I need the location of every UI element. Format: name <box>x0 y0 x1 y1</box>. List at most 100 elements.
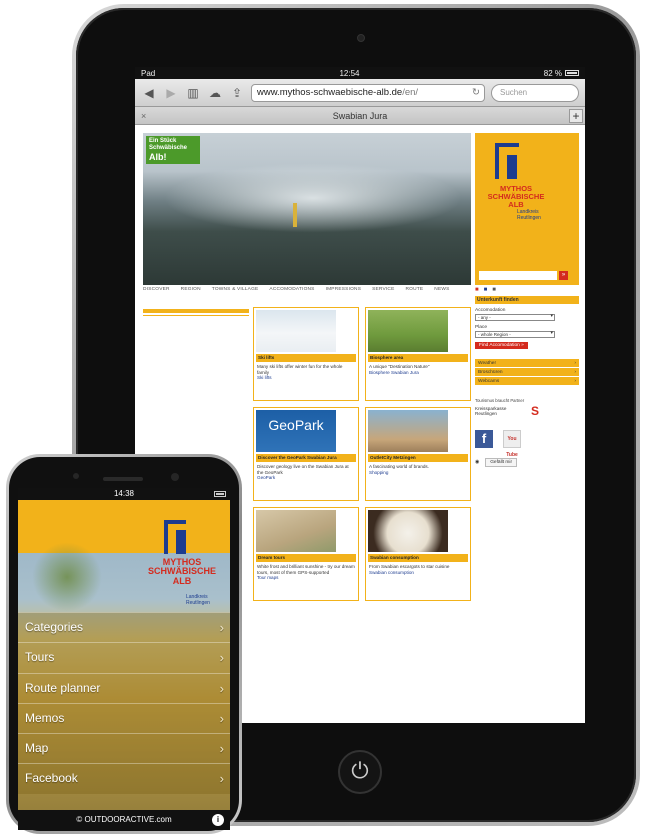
phone-speaker <box>103 477 143 481</box>
flag-en-icon[interactable]: ■ <box>484 287 488 293</box>
flag-de-icon[interactable]: ■ <box>475 287 479 293</box>
sparkasse-logo-icon: S <box>530 404 539 418</box>
card-desc: White frost and brilliant sunshine - try… <box>257 564 355 581</box>
back-icon[interactable]: ◀ <box>141 86 157 100</box>
flag-fr-icon[interactable]: ■ <box>492 287 496 293</box>
phone-sensor <box>73 473 79 479</box>
front-camera <box>357 34 365 42</box>
phone-camera <box>171 473 179 481</box>
site-search-button[interactable]: » <box>559 271 568 280</box>
phone-bezel: 14:38 MYTHOS SCHWÄBISCHE ALB Landkreis R… <box>9 457 239 831</box>
close-tab-icon[interactable]: × <box>141 107 146 125</box>
teaser-card[interactable]: OutletCity Metzingen A fascinating world… <box>365 407 471 501</box>
card-title: Swabian consumption <box>368 554 468 562</box>
site-search-input[interactable] <box>479 271 557 280</box>
card-link[interactable]: Biosphere Swabian Jura <box>369 370 467 376</box>
right-sidebar: ■ ■ ■ Unterkunft finden Accomodation - a… <box>475 287 579 467</box>
power-home-icon[interactable]: ⏻ <box>338 750 382 794</box>
like-box: ◉ Gefällt mir <box>475 458 579 467</box>
bank-partner[interactable]: Kreissparkasse Reutlingen S <box>475 404 539 418</box>
find-accommodation-button[interactable]: Find Accomodation » <box>475 342 528 349</box>
reload-icon[interactable]: ↻ <box>472 85 480 101</box>
nav-impressions[interactable]: IMPRESSIONS <box>326 287 362 292</box>
nav-towns[interactable]: TOWNS & VILLAGE <box>212 287 259 292</box>
card-link[interactable]: GeoPark <box>257 475 355 481</box>
nav-accommodations[interactable]: ACCOMODATIONS <box>269 287 314 292</box>
footer-brand: © OUTDOORACTIVE.com <box>76 815 172 824</box>
menu-item-memos[interactable]: Memos › <box>18 702 230 734</box>
url-path: /en/ <box>402 86 419 98</box>
card-desc: Many ski lifts offer winter fun for the … <box>257 364 355 381</box>
share-icon[interactable]: ⇪ <box>229 86 245 100</box>
hero-tower <box>293 203 297 227</box>
sidebar-links: Weather Broschüren Webcams <box>475 359 579 386</box>
cloud-icon[interactable]: ☁ <box>207 86 223 100</box>
menu-item-map[interactable]: Map › <box>18 733 230 764</box>
app-logo-mark-icon <box>164 520 186 554</box>
like-button[interactable]: Gefällt mir <box>485 458 518 467</box>
dream-tours-image[interactable] <box>256 510 336 552</box>
menu-item-route-planner[interactable]: Route planner › <box>18 672 230 703</box>
teaser-card[interactable]: GeoPark Discover the GeoPark Swabian Jur… <box>253 407 359 501</box>
nav-discover[interactable]: DISCOVER <box>143 287 170 292</box>
nav-route[interactable]: ROUTE <box>405 287 423 292</box>
chevron-right-icon: › <box>219 680 224 696</box>
accommodation-label: Accomodation <box>475 308 506 313</box>
card-link[interactable]: Ski lifts <box>257 375 355 381</box>
facebook-icon[interactable]: f <box>475 430 493 448</box>
logo-subtitle: Landkreis Reutlingen <box>517 209 541 221</box>
phone-device: 14:38 MYTHOS SCHWÄBISCHE ALB Landkreis R… <box>6 454 242 834</box>
tab-bar: × Swabian Jura + <box>135 107 585 125</box>
ski-lifts-image[interactable] <box>256 310 336 352</box>
card-title: Discover the GeoPark Swabian Jura <box>256 454 356 462</box>
card-link[interactable]: Tour maps <box>257 575 355 581</box>
teaser-card[interactable]: Dream tours White frost and brilliant su… <box>253 507 359 601</box>
accommodation-select[interactable]: - any - <box>475 314 555 321</box>
teaser-card[interactable]: Ski lifts Many ski lifts offer winter fu… <box>253 307 359 401</box>
brand-logo-panel[interactable]: MYTHOS SCHWÄBISCHE ALB Landkreis Reutlin… <box>475 133 579 285</box>
menu-item-facebook[interactable]: Facebook › <box>18 763 230 794</box>
card-title: Dream tours <box>256 554 356 562</box>
biosphere-image[interactable] <box>368 310 448 352</box>
card-link[interactable]: Swabian consumption <box>369 570 467 576</box>
card-link[interactable]: Shopping <box>369 470 467 476</box>
bookmarks-icon[interactable]: ▥ <box>185 86 201 100</box>
nav-region[interactable]: REGION <box>181 287 201 292</box>
card-title: OutletCity Metzingen <box>368 454 468 462</box>
eye-icon: ◉ <box>475 460 480 465</box>
geopark-image[interactable]: GeoPark <box>256 410 336 452</box>
clock: 12:54 <box>339 68 360 78</box>
battery-indicator: 82 % <box>544 69 579 78</box>
consumption-image[interactable] <box>368 510 448 552</box>
ipad-status-bar: Pad 12:54 82 % <box>135 67 585 79</box>
search-input[interactable]: Suchen <box>491 83 579 102</box>
teaser-card[interactable]: Swabian consumption From Swabian escargo… <box>365 507 471 601</box>
teaser-card[interactable]: Biosphere area A unique "Destination Nat… <box>365 307 471 401</box>
card-title: Biosphere area <box>368 354 468 362</box>
hero-image: Ein Stück Schwäbische Alb! <box>143 133 471 285</box>
sidebar-item-weather[interactable]: Weather <box>475 359 579 368</box>
address-bar[interactable]: www.mythos-schwaebische-alb.de/en/ ↻ <box>251 83 485 102</box>
menu-item-categories[interactable]: Categories › <box>18 612 230 643</box>
place-select[interactable]: - whole Region - <box>475 331 555 338</box>
nav-service[interactable]: SERVICE <box>372 287 394 292</box>
app-view: MYTHOS SCHWÄBISCHE ALB Landkreis Reutlin… <box>18 500 230 830</box>
phone-screen: 14:38 MYTHOS SCHWÄBISCHE ALB Landkreis R… <box>18 488 230 830</box>
chevron-right-icon: › <box>219 771 224 787</box>
forward-icon[interactable]: ▶ <box>163 86 179 100</box>
nav-news[interactable]: NEWS <box>434 287 449 292</box>
outlet-image[interactable] <box>368 410 448 452</box>
new-tab-button[interactable]: + <box>569 109 583 123</box>
url-host: www.mythos-schwaebische-alb.de <box>257 86 403 98</box>
menu-item-tours[interactable]: Tours › <box>18 642 230 673</box>
main-navigation: DISCOVER REGION TOWNS & VILLAGE ACCOMODA… <box>143 287 471 292</box>
accommodation-heading: Unterkunft finden <box>475 296 579 304</box>
sidebar-item-webcams[interactable]: Webcams <box>475 377 579 386</box>
chevron-right-icon: › <box>219 710 224 726</box>
youtube-icon[interactable]: You Tube <box>503 430 521 458</box>
phone-clock: 14:38 <box>113 489 135 498</box>
sidebar-item-brochures[interactable]: Broschüren <box>475 368 579 377</box>
tab-title[interactable]: Swabian Jura <box>333 111 388 121</box>
info-icon[interactable]: i <box>212 814 224 826</box>
battery-icon <box>565 70 579 77</box>
